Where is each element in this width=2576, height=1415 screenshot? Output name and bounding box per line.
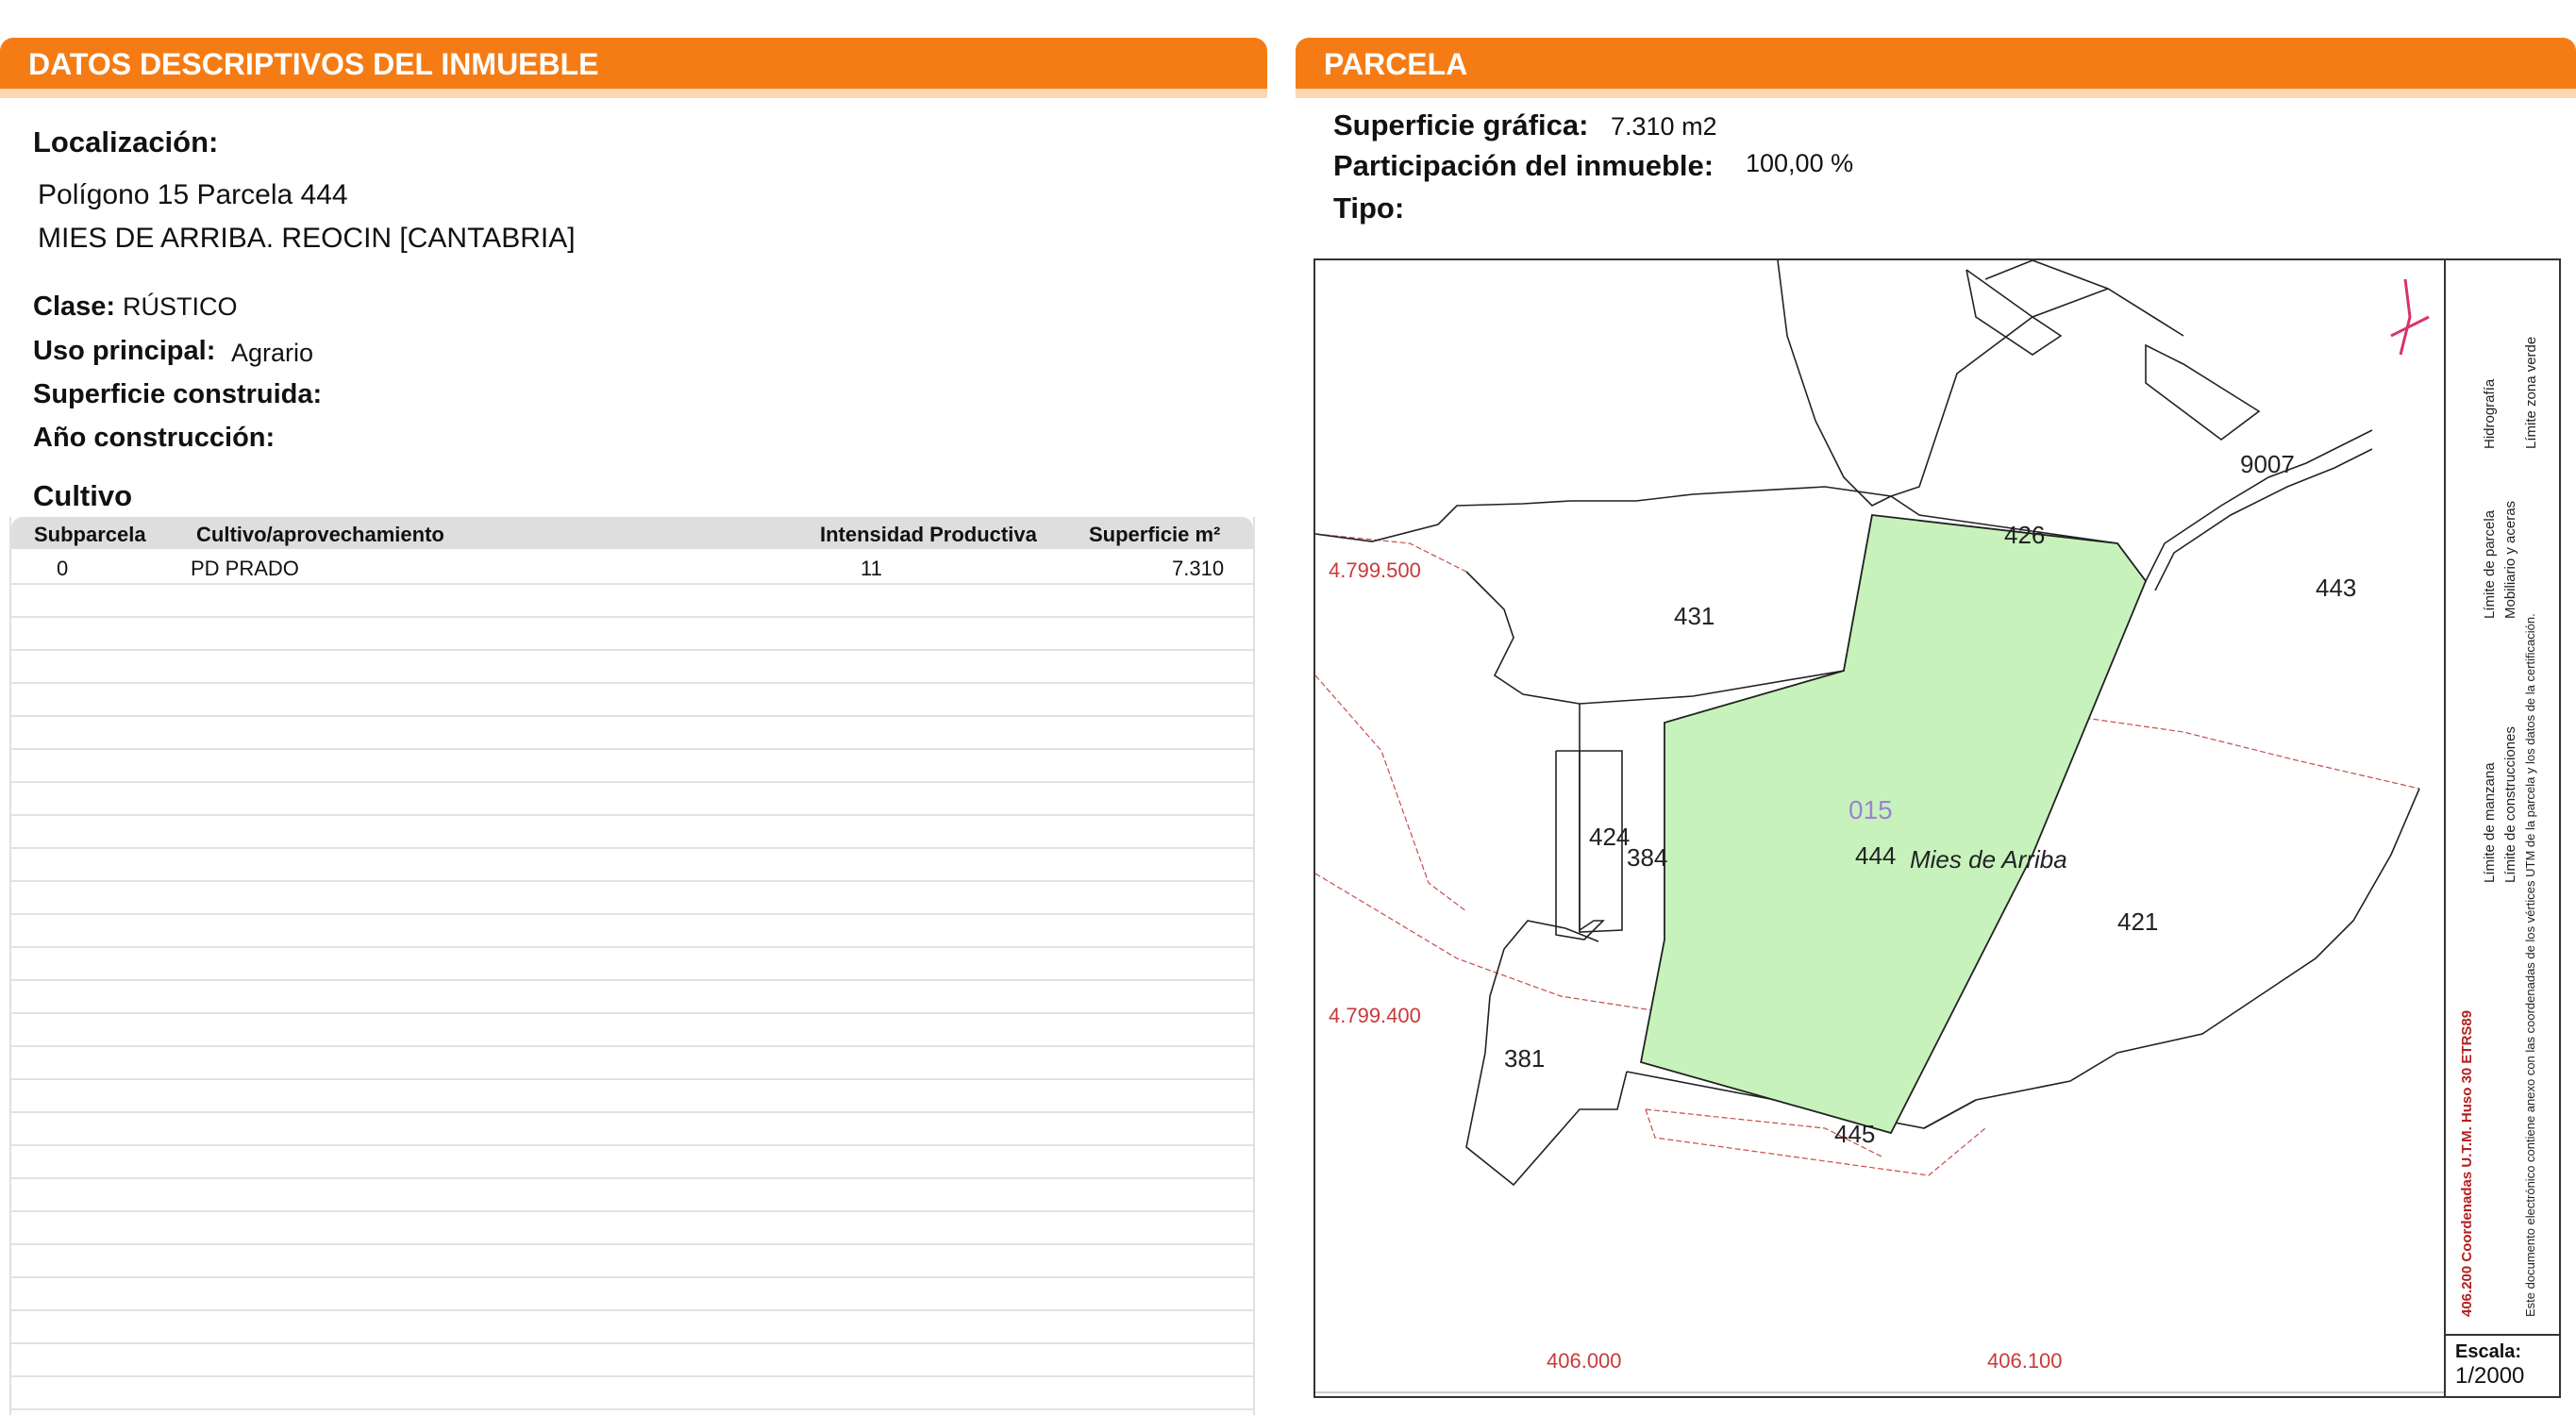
parcel-outline [2145,343,2261,441]
coord-label-x2: 406.100 [1987,1349,2063,1373]
clase-label: Clase: [33,291,116,322]
table-rule-line [11,1342,1253,1344]
col-superficie: Superficie m² [1089,523,1221,546]
cadastral-line [1315,674,1467,912]
table-rule-line [11,1276,1253,1278]
table-rule-line [11,682,1253,684]
table-rule-line [11,649,1253,651]
superficie-grafica-value: 7.310 m2 [1611,112,1717,141]
section-title-bold: INMUEBLE [441,47,599,81]
subject-parcel-444 [1639,514,2148,1135]
legend-mobiliario: Mobiliario y aceras [2502,500,2518,619]
table-rule-line [11,1243,1253,1245]
participacion-value: 100,00 % [1746,149,1854,177]
cadastral-line [2050,712,2420,790]
cadastral-line [1315,873,1684,1016]
col-intensidad: Intensidad Productiva [820,523,1037,546]
clase-value: RÚSTICO [123,292,238,321]
coord-label-y2: 4.799.400 [1329,1004,1421,1027]
parcel-label-424: 424 [1589,823,1630,851]
uso-label: Uso principal: [33,336,216,366]
table-rule-line [11,1078,1253,1080]
participacion-label: Participación del inmueble: [1333,149,1715,182]
address-line-1: Polígono 15 Parcela 444 [38,179,348,210]
scale-box: Escala: 1/2000 [2444,1334,2561,1398]
table-rule-line [11,979,1253,981]
coord-label-x1: 406.000 [1547,1349,1622,1373]
legend-zona-verde: Límite zona verde [2523,336,2539,449]
table-rule-line [11,616,1253,618]
parcela-title: PARCELA [1324,47,1468,81]
col-cultivo: Cultivo/aprovechamiento [196,523,444,546]
cell-superficie: 7.310 [1172,557,1225,580]
table-rule-line [11,946,1253,948]
localizacion-label: Localización: [33,125,219,158]
cadastral-line [1645,1108,1986,1176]
parcel-label-443: 443 [2316,574,2356,602]
table-rule-line [11,1045,1253,1047]
table-rule-line [11,1309,1253,1311]
parcel-label-444: 444 [1855,841,1896,870]
legend-parcela: Límite de parcela [2482,509,2498,619]
table-rule-line [11,1177,1253,1179]
anio-construccion-label: Año construcción: [33,423,276,453]
table-rule-line [11,1210,1253,1212]
parcel-label-421: 421 [2117,907,2158,936]
parcel-label-426: 426 [2004,521,2045,549]
uso-value: Agrario [231,339,314,367]
table-rule-line [11,1111,1253,1113]
place-name-label: Mies de Arriba [1910,845,2067,874]
parcel-label-431: 431 [1674,602,1715,630]
parcel-label-381: 381 [1504,1044,1545,1073]
table-rule-line [11,1144,1253,1146]
north-arrow-icon [2390,278,2430,356]
address-line-2: MIES DE ARRIBA. REOCIN [CANTABRIA] [38,223,576,254]
map-legend: 406.200 Coordenadas U.T.M. Huso 30 ETRS8… [2444,260,2559,1336]
doc-note: Este documento electrónico contiene anex… [2523,613,2537,1317]
parcel-label-445: 445 [1834,1120,1875,1148]
cultivo-title: Cultivo [33,479,133,512]
escala-label: Escala: [2455,1341,2522,1362]
coord-label-y1: 4.799.500 [1329,558,1421,582]
table-rule-line [11,913,1253,915]
cultivo-table: Subparcela Cultivo/aprovechamiento Inten… [9,517,1255,1415]
superficie-construida-label: Superficie construida: [33,379,323,409]
table-header: Subparcela Cultivo/aprovechamiento Inten… [11,517,1253,549]
parcel-outline [1465,920,1628,1187]
legend-construcciones: Límite de construcciones [2502,726,2518,883]
section-header-parcela: PARCELA [1296,38,2576,98]
parcel-outline [1777,260,1892,507]
parcel-label-9007: 9007 [2240,450,2295,478]
cell-cultivo: PD PRADO [191,557,299,580]
escala-value: 1/2000 [2455,1363,2525,1389]
cell-intensidad: 11 [861,557,882,580]
table-rule-line [11,1408,1253,1410]
table-rule-line [11,1375,1253,1377]
parcel-outline [1465,571,1581,751]
cell-subparcela: 0 [57,557,69,580]
tipo-label: Tipo: [1333,191,1405,225]
table-rule-line [11,781,1253,783]
table-rule-line [11,715,1253,717]
table-rule-line [11,748,1253,750]
section-title: DATOS DESCRIPTIVOS DEL [28,47,442,81]
table-rule-line [11,847,1253,849]
legend-hidrografia: Hidrografía [2482,378,2498,449]
table-rule-line [11,583,1253,585]
superficie-grafica-label: Superficie gráfica: [1333,108,1589,142]
parcel-map[interactable]: 426 431 443 424 384 444 421 381 445 9007… [1313,258,2561,1398]
table-rule-line [11,814,1253,816]
subject-code-label: 015 [1848,795,1893,824]
parcel-map-drawing: 426 431 443 424 384 444 421 381 445 9007… [1315,260,2444,1393]
col-subparcela: Subparcela [34,523,146,546]
parcel-label-384: 384 [1627,843,1667,872]
coord-system-note: 406.200 Coordenadas U.T.M. Huso 30 ETRS8… [2459,1009,2475,1317]
table-rule-line [11,880,1253,882]
parcel-outline [1890,288,2109,497]
section-header-datos: DATOS DESCRIPTIVOS DEL INMUEBLE [0,38,1267,98]
legend-manzana: Límite de manzana [2482,762,2498,883]
table-rule-line [11,1012,1253,1014]
